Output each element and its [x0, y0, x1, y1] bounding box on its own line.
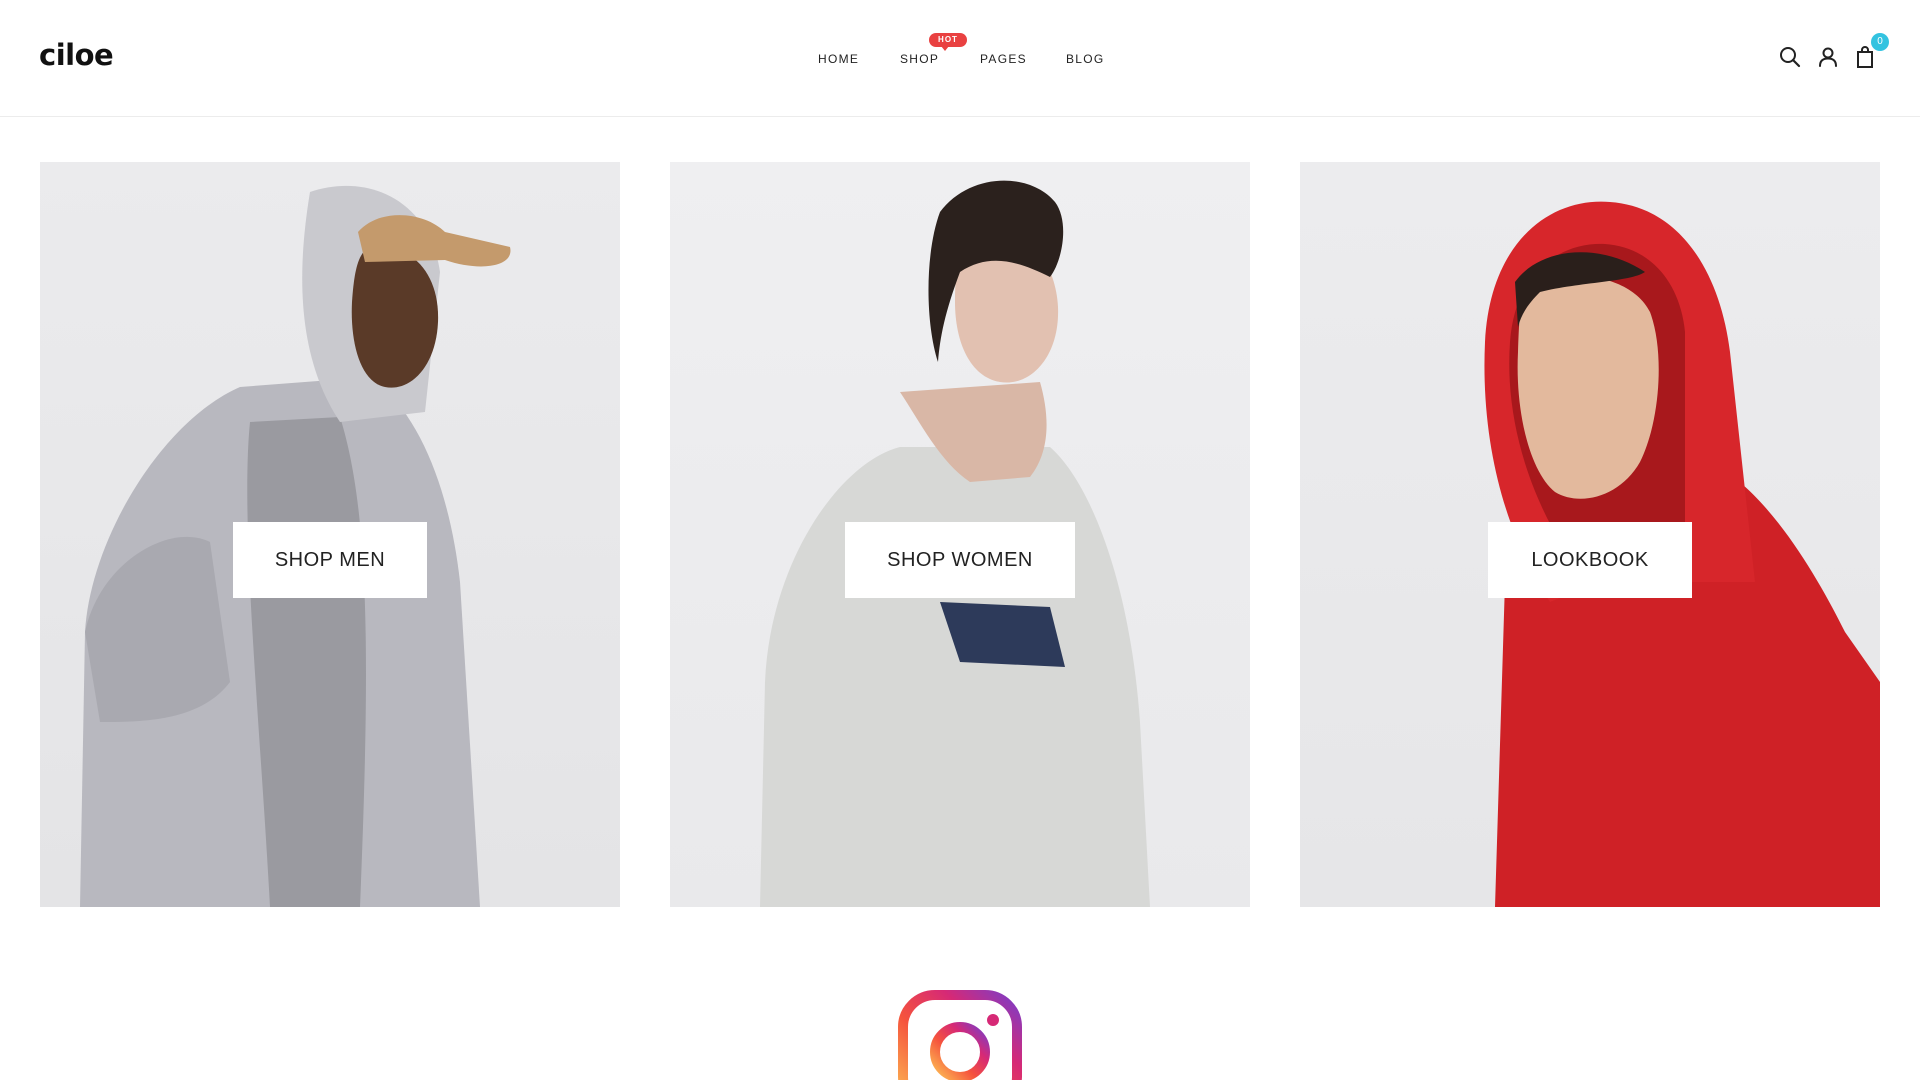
main-nav: HOME SHOP PAGES BLOG — [0, 52, 1920, 72]
site-header: ciloe HOME SHOP PAGES BLOG HOT 0 — [0, 0, 1920, 117]
nav-item-pages[interactable]: PAGES — [980, 52, 1027, 66]
shop-men-button[interactable]: SHOP MEN — [233, 522, 427, 598]
nav-item-shop[interactable]: SHOP — [900, 52, 939, 66]
cart-count-badge: 0 — [1871, 33, 1889, 51]
banner-lookbook[interactable]: LOOKBOOK — [1300, 162, 1880, 907]
hot-badge: HOT — [929, 33, 967, 51]
search-icon[interactable] — [1778, 45, 1802, 69]
nav-item-blog[interactable]: BLOG — [1066, 52, 1105, 66]
nav-item-home[interactable]: HOME — [818, 52, 859, 66]
lookbook-button[interactable]: LOOKBOOK — [1488, 522, 1692, 598]
user-icon[interactable] — [1816, 45, 1840, 69]
banner-shop-women[interactable]: SHOP WOMEN — [670, 162, 1250, 907]
shop-women-button[interactable]: SHOP WOMEN — [845, 522, 1075, 598]
banner-shop-men[interactable]: SHOP MEN — [40, 162, 620, 907]
instagram-icon[interactable] — [898, 990, 1022, 1080]
